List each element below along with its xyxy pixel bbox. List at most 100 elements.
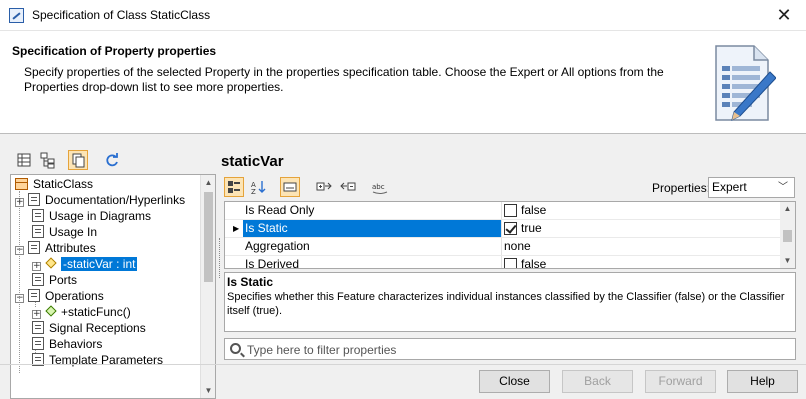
description-text: Specifies whether this Feature character…: [227, 291, 785, 317]
close-window-icon[interactable]: ✕: [772, 4, 796, 26]
collapse-icon[interactable]: −: [15, 294, 24, 303]
tree-item-ports[interactable]: Ports: [32, 272, 77, 288]
property-value[interactable]: none: [504, 238, 779, 255]
show-description-icon[interactable]: [280, 177, 300, 197]
expand-icon[interactable]: +: [15, 198, 24, 207]
title-bar: Specification of Class StaticClass ✕: [0, 0, 806, 31]
tree-item-label: Documentation/Hyperlinks: [45, 193, 186, 207]
header-title: Specification of Property properties: [12, 44, 217, 58]
class-icon: [15, 178, 28, 190]
tree-item-label: Operations: [45, 289, 104, 303]
app-icon: [9, 8, 24, 23]
list-view-icon[interactable]: [14, 150, 34, 170]
checkbox-checked[interactable]: [504, 222, 517, 235]
checkbox-unchecked[interactable]: [504, 204, 517, 217]
tree-item-label: -staticVar : int: [61, 257, 138, 271]
svg-text:abc: abc: [372, 183, 385, 191]
close-button[interactable]: Close: [479, 370, 550, 393]
collapse-icon[interactable]: −: [15, 246, 24, 255]
document-pencil-icon: [715, 45, 776, 121]
properties-label: Properties:: [652, 181, 711, 195]
scroll-thumb[interactable]: [783, 230, 792, 242]
properties-selected-value: Expert: [712, 180, 747, 194]
property-value[interactable]: false: [504, 202, 779, 219]
categorized-view-icon[interactable]: [224, 177, 244, 197]
tree-item-label: Signal Receptions: [49, 321, 146, 335]
tree-root-label: StaticClass: [33, 177, 94, 191]
scroll-down-icon[interactable]: ▼: [780, 254, 795, 268]
page-icon: [32, 337, 44, 350]
property-value-text: true: [521, 221, 542, 235]
description-title: Is Static: [227, 275, 274, 289]
help-button[interactable]: Help: [727, 370, 798, 393]
tree-item-label: Attributes: [45, 241, 96, 255]
property-name: Is Static: [243, 220, 502, 237]
page-icon: [32, 225, 44, 238]
property-row-aggregation[interactable]: Aggregation none: [225, 238, 780, 256]
scroll-down-icon[interactable]: ▼: [201, 383, 215, 398]
tree-view-icon[interactable]: [38, 150, 58, 170]
property-value[interactable]: true: [504, 220, 779, 237]
tree-item-label: Ports: [49, 273, 78, 287]
collapse-all-icon[interactable]: [338, 177, 358, 197]
page-icon: [32, 273, 44, 286]
tree-item-usage-in[interactable]: Usage In: [32, 224, 97, 240]
abc-filter-icon[interactable]: abc: [370, 177, 390, 197]
property-name: Is Derived: [243, 256, 502, 268]
property-value-text: none: [504, 239, 531, 253]
page-icon: [28, 193, 40, 206]
property-icon: [45, 257, 57, 269]
page-icon: [28, 241, 40, 254]
footer-separator: [0, 364, 806, 365]
element-title: staticVar: [221, 153, 284, 170]
property-row-is-static[interactable]: ▶ Is Static true: [225, 220, 780, 238]
tree-item-label: Behaviors: [49, 337, 103, 351]
back-button[interactable]: Back: [562, 370, 633, 393]
tree-item-staticfunc[interactable]: + +staticFunc(): [32, 304, 131, 320]
property-value[interactable]: false: [504, 256, 779, 269]
tree-item-label: +staticFunc(): [61, 305, 131, 319]
specification-tree[interactable]: StaticClass + Documentation/Hyperlinks Us…: [10, 174, 216, 399]
expand-all-icon[interactable]: [314, 177, 334, 197]
property-value-text: false: [521, 203, 547, 217]
tree-item-label: Usage in Diagrams: [49, 209, 152, 223]
scroll-up-icon[interactable]: ▲: [780, 202, 795, 216]
tree-item-attributes[interactable]: − Attributes: [15, 240, 96, 256]
scroll-up-icon[interactable]: ▲: [201, 175, 215, 190]
property-description-panel: Is Static Specifies whether this Feature…: [224, 272, 796, 332]
forward-button[interactable]: Forward: [645, 370, 716, 393]
tree-item-documentation[interactable]: + Documentation/Hyperlinks: [15, 192, 185, 208]
copy-icon[interactable]: [68, 150, 88, 170]
property-grid[interactable]: Is Read Only false ▶ Is Static true Aggr…: [224, 201, 796, 269]
dialog-header: Specification of Property properties Spe…: [0, 31, 806, 134]
tree-item-label: Usage In: [49, 225, 98, 239]
property-value-text: false: [521, 257, 547, 269]
properties-dropdown[interactable]: Expert ﹀: [708, 177, 795, 198]
grid-scrollbar[interactable]: ▲ ▼: [780, 202, 795, 268]
tree-item-behaviors[interactable]: Behaviors: [32, 336, 102, 352]
property-name: Aggregation: [243, 238, 502, 255]
tree-item-staticvar[interactable]: + -staticVar : int: [32, 256, 138, 272]
tree-item-usage-in-diagrams[interactable]: Usage in Diagrams: [32, 208, 151, 224]
property-row-is-read-only[interactable]: Is Read Only false: [225, 202, 780, 220]
header-description: Specify properties of the selected Prope…: [24, 65, 664, 94]
expand-icon[interactable]: +: [32, 310, 41, 319]
refresh-icon[interactable]: [102, 150, 122, 170]
checkbox-unchecked[interactable]: [504, 258, 517, 268]
tree-item-operations[interactable]: − Operations: [15, 288, 104, 304]
window-title: Specification of Class StaticClass: [32, 8, 211, 22]
tree-root-staticclass[interactable]: StaticClass: [15, 176, 93, 192]
expand-icon[interactable]: +: [32, 262, 41, 271]
page-icon: [32, 209, 44, 222]
scroll-thumb[interactable]: [204, 192, 213, 282]
property-row-is-derived[interactable]: Is Derived false: [225, 256, 780, 269]
tree-item-template-parameters[interactable]: Template Parameters: [32, 352, 163, 368]
current-row-marker-icon: ▶: [233, 224, 240, 233]
pane-splitter[interactable]: [219, 238, 221, 278]
tree-item-signal-receptions[interactable]: Signal Receptions: [32, 320, 146, 336]
filter-input[interactable]: [247, 341, 787, 358]
chevron-down-icon: ﹀: [778, 182, 788, 193]
filter-box[interactable]: [224, 338, 796, 360]
page-icon: [32, 321, 44, 334]
sort-alphabetical-icon[interactable]: AZ: [248, 177, 268, 197]
